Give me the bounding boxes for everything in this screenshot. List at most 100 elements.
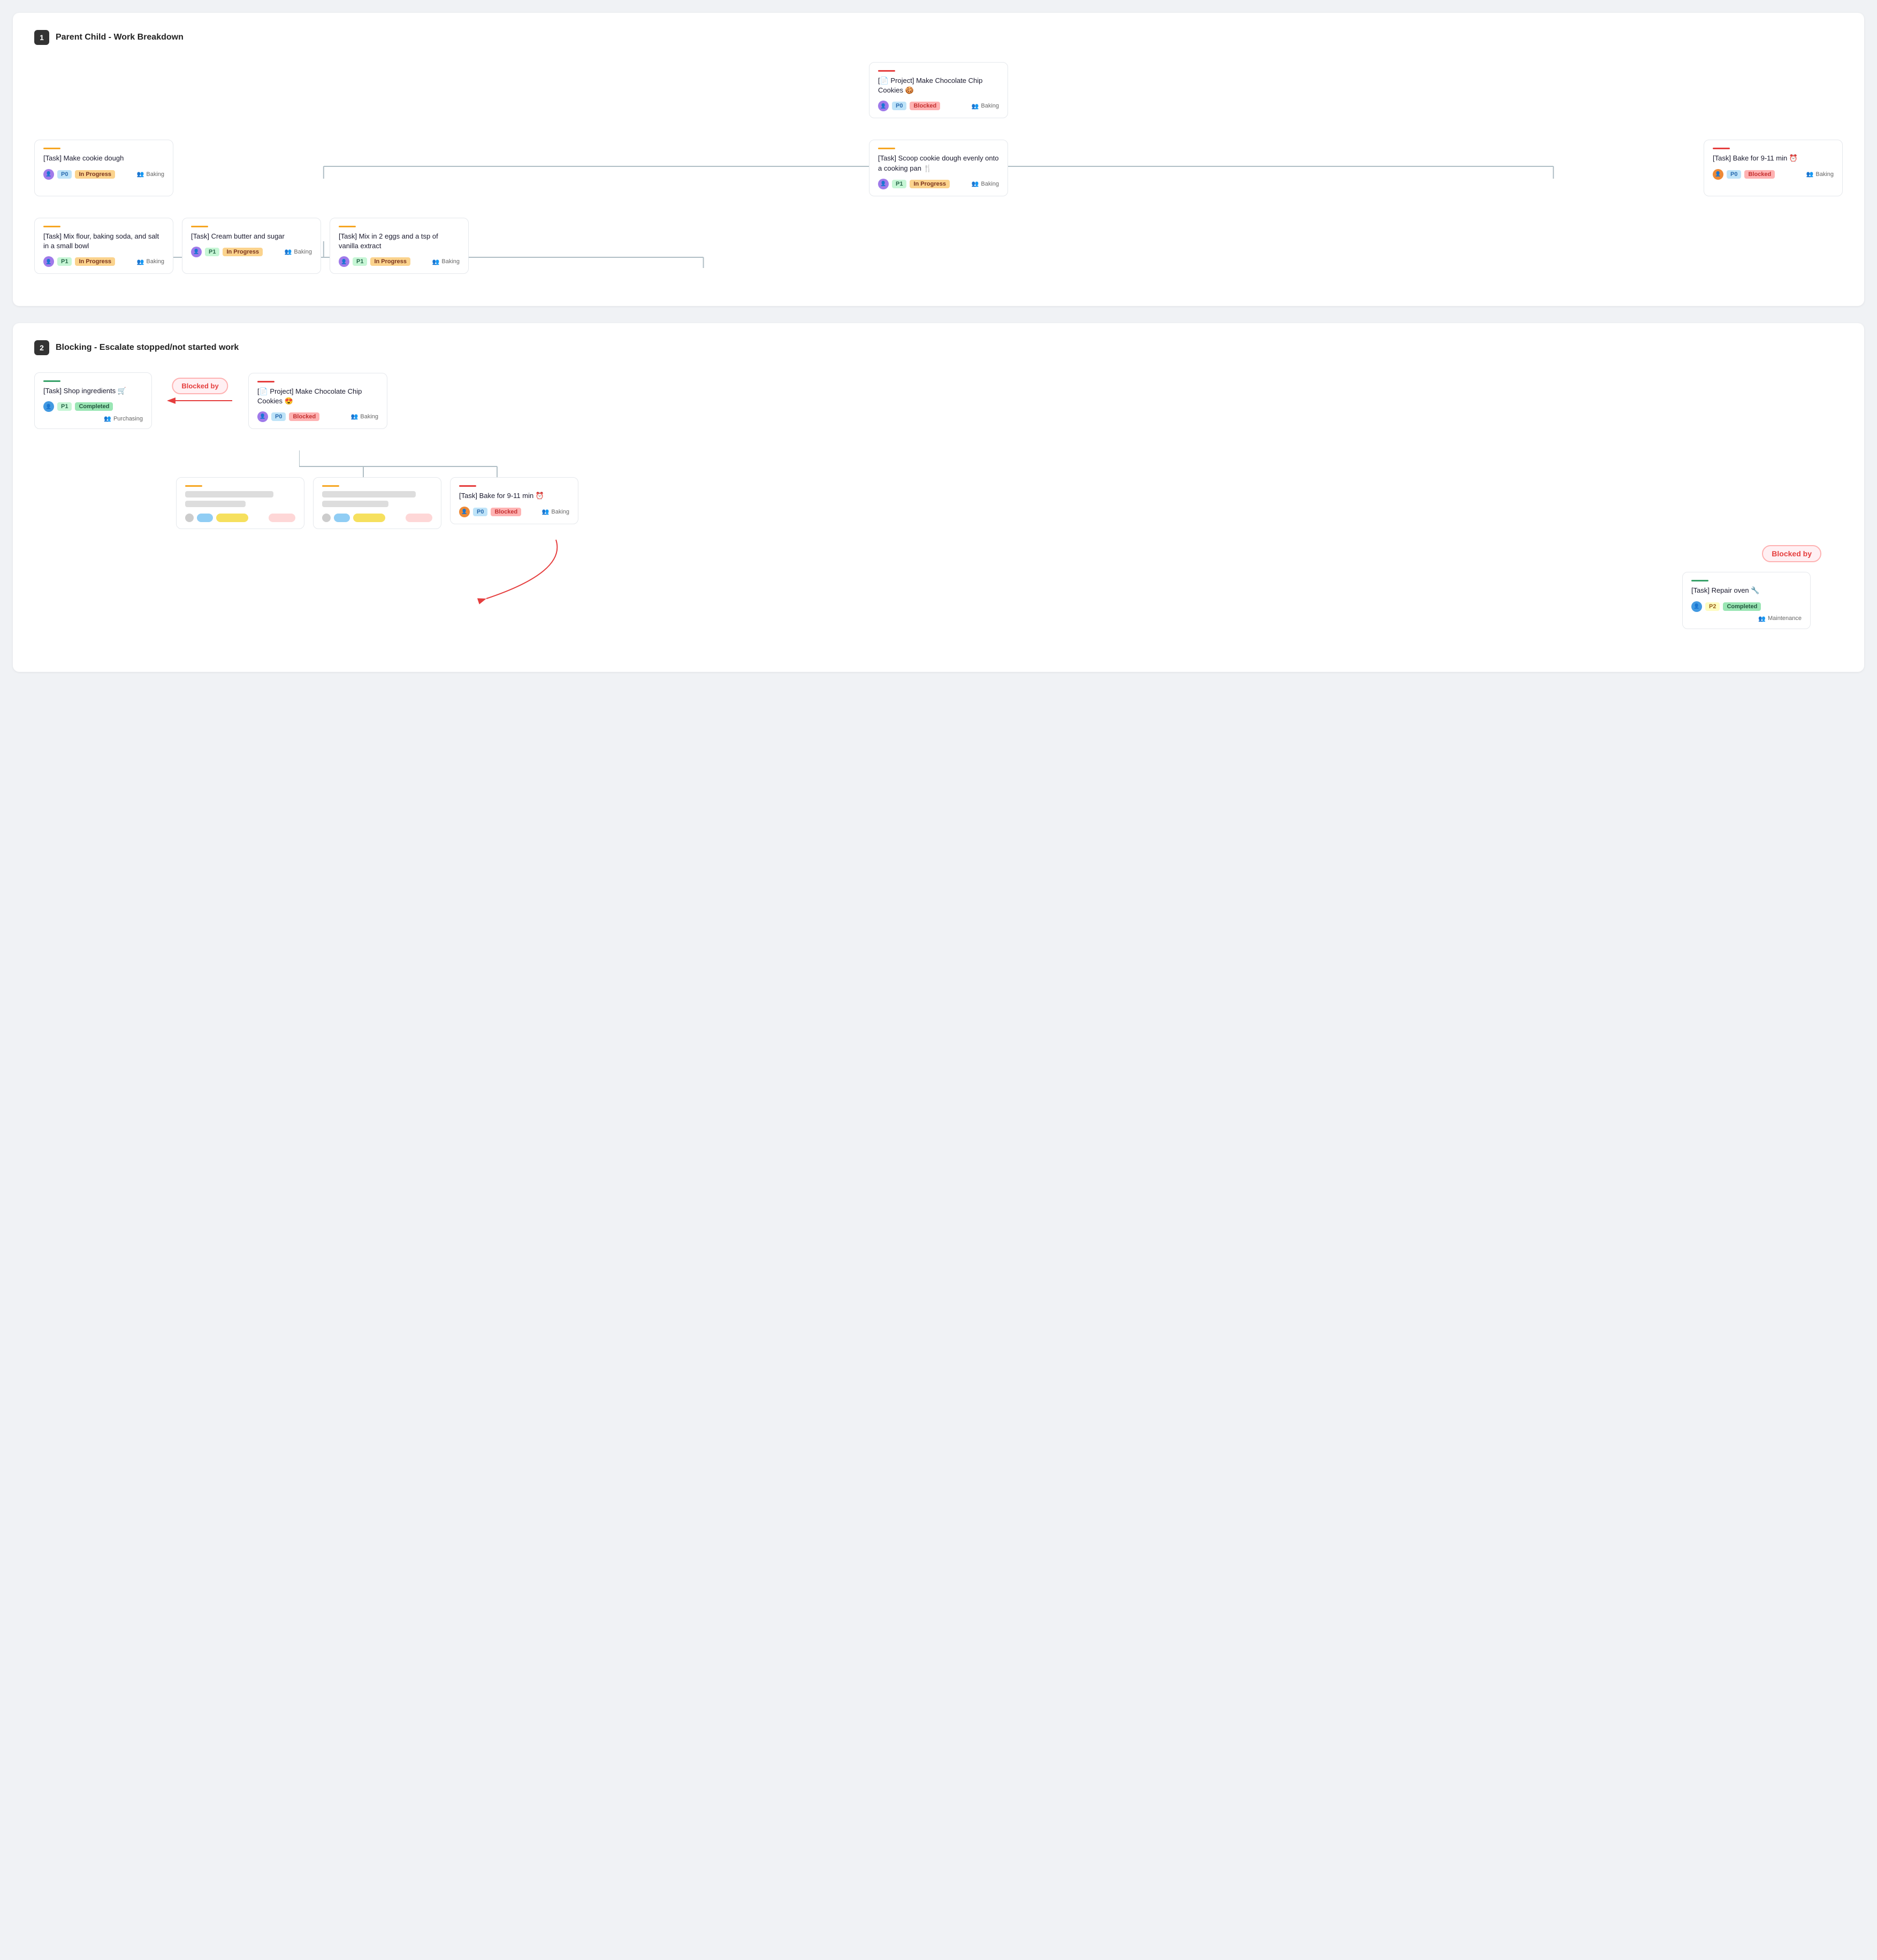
s1-l2-card-2[interactable]: [Task] Mix in 2 eggs and a tsp of vanill…	[330, 218, 469, 274]
s2-bake-title: [Task] Bake for 9-11 min ⏰	[459, 491, 569, 501]
s2-blurred-line1	[185, 491, 273, 497]
s2-project-title: [📄 Project] Make Chocolate Chip Cookies …	[257, 387, 378, 406]
s2-bake-meta: 👤 P0 Blocked 👥 Baking	[459, 507, 569, 517]
s2-repair-title: [Task] Repair oven 🔧	[1691, 586, 1802, 595]
s2-shop-card[interactable]: [Task] Shop ingredients 🛒 👤 P1 Completed…	[34, 372, 152, 429]
s1-level2-row: [Task] Mix flour, baking soda, and salt …	[34, 218, 1843, 274]
s1-l1-meta-1: 👤 P1 In Progress 👥 Baking	[878, 179, 999, 189]
s1-l2-priority-1: P1	[205, 248, 219, 256]
s2-blurred-pink2	[406, 514, 432, 522]
s2-repair-avatar: 👤	[1691, 601, 1702, 612]
s2-blocked-by-label: Blocked by	[172, 378, 228, 394]
s1-l1-priority-2: P0	[1727, 170, 1741, 179]
section-1-number: 1	[34, 30, 49, 45]
section-2-number: 2	[34, 340, 49, 355]
s2-repair-team: 👥 Maintenance	[1758, 615, 1802, 622]
s1-l1-avatar-2: 👤	[1713, 169, 1723, 180]
s2-blurred-card-0[interactable]	[176, 477, 304, 529]
s2-project-priority: P0	[271, 412, 286, 421]
s1-l1-avatar-1: 👤	[878, 179, 889, 189]
s1-l2-title-2: [Task] Mix in 2 eggs and a tsp of vanill…	[339, 232, 460, 251]
s2-level1-row: [Task] Bake for 9-11 min ⏰ 👤 P0 Blocked …	[176, 477, 1843, 529]
s1-l2-accent-2	[339, 226, 356, 227]
s1-l2-title-1: [Task] Cream butter and sugar	[191, 232, 312, 241]
s2-blurred-pink	[269, 514, 295, 522]
s2-bake-accent	[459, 485, 476, 487]
s1-l2-card-1[interactable]: [Task] Cream butter and sugar 👤 P1 In Pr…	[182, 218, 321, 274]
s2-blurred-line2	[185, 501, 246, 507]
section-1: 1 Parent Child - Work Breakdown	[13, 13, 1864, 306]
s1-l2-card-0[interactable]: [Task] Mix flour, baking soda, and salt …	[34, 218, 173, 274]
s2-blocked-arrow-svg	[176, 540, 583, 604]
s1-root-card[interactable]: [📄 Project] Make Chocolate Chip Cookies …	[869, 62, 1008, 118]
s1-l1-accent-0	[43, 148, 60, 149]
s1-l1-title-2: [Task] Bake for 9-11 min ⏰	[1713, 154, 1834, 163]
s2-repair-priority: P2	[1705, 602, 1720, 611]
s2-blocked-by-connector: Blocked by	[152, 393, 248, 409]
s1-l1-accent-2	[1713, 148, 1730, 149]
s2-blurred-yellow	[216, 514, 248, 522]
section-1-header: 1 Parent Child - Work Breakdown	[34, 30, 1843, 45]
section-2-title: Blocking - Escalate stopped/not started …	[56, 343, 239, 353]
s2-shop-accent	[43, 380, 60, 382]
s2-bake-status: Blocked	[491, 508, 521, 516]
s2-bake-card[interactable]: [Task] Bake for 9-11 min ⏰ 👤 P0 Blocked …	[450, 477, 578, 524]
s2-shop-priority: P1	[57, 402, 72, 411]
s2-repair-accent	[1691, 580, 1708, 581]
s1-root-meta: 👤 P0 Blocked 👥 Baking	[878, 101, 999, 111]
s1-l2-priority-2: P1	[353, 257, 367, 266]
s1-l1-status-1: In Progress	[910, 180, 950, 188]
s1-l1-card-1[interactable]: [Task] Scoop cookie dough evenly onto a …	[869, 140, 1008, 196]
s1-l1-team-0: 👥 Baking	[137, 171, 164, 178]
s1-l1-accent-1	[878, 148, 895, 149]
s1-l1-meta-0: 👤 P0 In Progress 👥 Baking	[43, 169, 164, 180]
s1-root-title: [📄 Project] Make Chocolate Chip Cookies …	[878, 76, 999, 95]
s2-project-status: Blocked	[289, 412, 319, 421]
s2-blurred-accent-1	[322, 485, 339, 487]
s2-blurred-meta-1	[322, 514, 432, 522]
s1-l2-accent-1	[191, 226, 208, 227]
s2-repair-meta: 👤 P2 Completed 👥 Maintenance	[1691, 601, 1802, 622]
section-1-title: Parent Child - Work Breakdown	[56, 33, 184, 42]
s2-blurred-line3	[322, 491, 416, 497]
s1-l2-meta-0: 👤 P1 In Progress 👥 Baking	[43, 256, 164, 267]
s2-project-avatar: 👤	[257, 411, 268, 422]
s1-root-team: 👥 Baking	[972, 103, 999, 110]
s2-blurred-blue2	[334, 514, 350, 522]
s1-l1-team-1: 👥 Baking	[972, 180, 999, 187]
s1-root-avatar: 👤	[878, 101, 889, 111]
s2-repair-card[interactable]: [Task] Repair oven 🔧 👤 P2 Completed 👥 Ma…	[1682, 572, 1811, 629]
s1-l1-card-0[interactable]: [Task] Make cookie dough 👤 P0 In Progres…	[34, 140, 173, 196]
s1-l2-team-2: 👥 Baking	[432, 258, 460, 265]
s1-root-row: [📄 Project] Make Chocolate Chip Cookies …	[34, 62, 1843, 118]
s1-l2-status-2: In Progress	[370, 257, 410, 266]
s1-l1-title-0: [Task] Make cookie dough	[43, 154, 164, 163]
s2-project-accent	[257, 381, 274, 382]
s1-l1-title-1: [Task] Scoop cookie dough evenly onto a …	[878, 154, 999, 173]
s2-blocked-by-label2: Blocked by	[1762, 545, 1821, 562]
s2-diagram: [Task] Shop ingredients 🛒 👤 P1 Completed…	[34, 372, 1843, 650]
s1-root-status: Blocked	[910, 102, 940, 110]
s1-l2-meta-2: 👤 P1 In Progress 👥 Baking	[339, 256, 460, 267]
s1-l1-status-2: Blocked	[1744, 170, 1775, 179]
s2-shop-title: [Task] Shop ingredients 🛒	[43, 386, 143, 396]
s1-l2-status-1: In Progress	[223, 248, 263, 256]
s1-l1-card-2[interactable]: [Task] Bake for 9-11 min ⏰ 👤 P0 Blocked …	[1704, 140, 1843, 196]
s1-level1-row: [Task] Make cookie dough 👤 P0 In Progres…	[34, 140, 1843, 196]
s1-l2-avatar-1: 👤	[191, 247, 202, 257]
s2-shop-meta: 👤 P1 Completed 👥 Purchasing	[43, 401, 143, 422]
s1-l2-meta-1: 👤 P1 In Progress 👥 Baking	[191, 247, 312, 257]
s1-root-accent	[878, 70, 895, 72]
s2-shop-avatar: 👤	[43, 401, 54, 412]
s1-l1-avatar-0: 👤	[43, 169, 54, 180]
s2-arrow-svg	[157, 393, 243, 409]
s2-level-connector-svg	[299, 450, 620, 477]
s2-project-card[interactable]: [📄 Project] Make Chocolate Chip Cookies …	[248, 373, 387, 429]
s2-blurred-meta-0	[185, 514, 295, 522]
section-2-header: 2 Blocking - Escalate stopped/not starte…	[34, 340, 1843, 355]
s2-repair-status: Completed	[1723, 602, 1761, 611]
s2-blurred-card-1[interactable]	[313, 477, 441, 529]
s2-top-row: [Task] Shop ingredients 🛒 👤 P1 Completed…	[34, 372, 1843, 429]
s1-l2-avatar-0: 👤	[43, 256, 54, 267]
s2-shop-team: 👥 Purchasing	[104, 415, 143, 422]
